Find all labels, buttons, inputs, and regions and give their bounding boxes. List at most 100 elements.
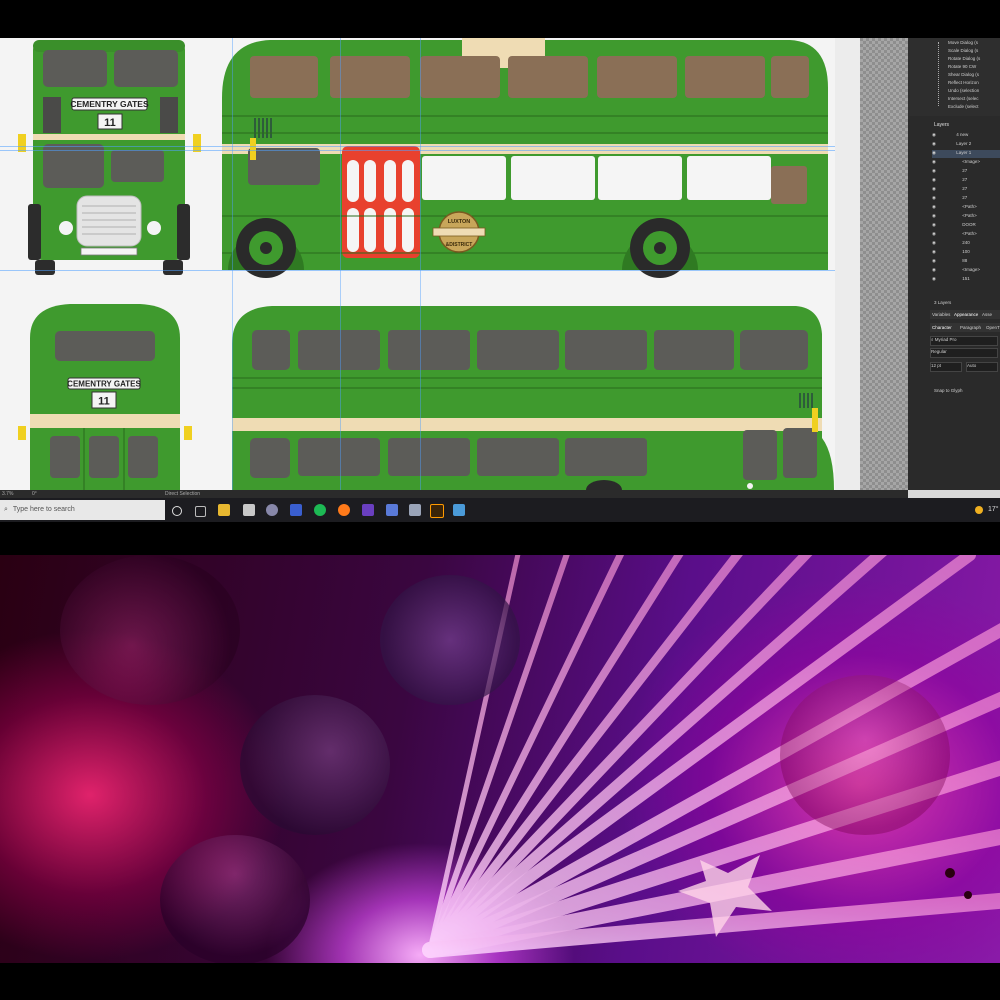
tab-variables[interactable]: Variables bbox=[932, 312, 950, 317]
guide-line bbox=[0, 270, 835, 271]
tab-appearance[interactable]: Appearance bbox=[954, 312, 978, 317]
history-panel: Move Dialog (s Scale Dialog (s Rotate Di… bbox=[908, 38, 1000, 116]
app-icon[interactable] bbox=[362, 504, 374, 516]
eye-icon[interactable]: ◉ bbox=[932, 249, 937, 255]
layer-row[interactable]: ◉ 100 bbox=[932, 249, 1000, 257]
guide-line bbox=[0, 150, 835, 151]
bokeh-ball bbox=[160, 835, 310, 963]
eye-icon[interactable]: ◉ bbox=[932, 267, 937, 273]
eye-icon[interactable]: ◉ bbox=[932, 231, 937, 237]
illustrator-icon[interactable] bbox=[430, 504, 444, 518]
layer-row[interactable]: ◉ 240 bbox=[932, 240, 1000, 248]
history-item[interactable]: Undo (selection bbox=[948, 88, 979, 93]
layer-row[interactable]: ◉ 27 bbox=[932, 195, 1000, 203]
tab-character[interactable]: Character bbox=[932, 325, 952, 330]
eye-icon[interactable]: ◉ bbox=[932, 276, 937, 282]
dark-spot bbox=[945, 868, 955, 878]
badge-bottom-text: &DISTRICT bbox=[446, 242, 473, 248]
eye-icon[interactable]: ◉ bbox=[932, 141, 937, 147]
tab-assets[interactable]: Asse bbox=[982, 312, 992, 317]
eye-icon[interactable]: ◉ bbox=[932, 168, 937, 174]
layer-row[interactable]: ◉ 27 bbox=[932, 177, 1000, 185]
zoom-level[interactable]: 3.7% bbox=[2, 490, 13, 498]
layer-row[interactable]: ◉ 27 bbox=[932, 186, 1000, 194]
tab-opentype[interactable]: OpenT bbox=[986, 325, 1000, 330]
font-style-field[interactable]: Regular bbox=[930, 348, 998, 358]
illustrator-canvas[interactable]: CEMENTRY GATES 11 LUXTON &DISTRICT CEMEN… bbox=[0, 38, 860, 490]
tab-paragraph[interactable]: Paragraph bbox=[960, 325, 981, 330]
layer-row[interactable]: ◉ DOOR bbox=[932, 222, 1000, 230]
settings-icon[interactable] bbox=[266, 504, 278, 516]
eye-icon[interactable]: ◉ bbox=[932, 213, 937, 219]
history-item[interactable]: Intersect (selec bbox=[948, 96, 979, 101]
artboard: CEMENTRY GATES 11 LUXTON &DISTRICT CEMEN… bbox=[0, 38, 835, 490]
layer-row[interactable]: ◉ Layer 1 bbox=[932, 150, 1000, 158]
eye-icon[interactable]: ◉ bbox=[932, 186, 937, 192]
app-icon[interactable] bbox=[243, 504, 255, 516]
app-icon[interactable] bbox=[453, 504, 465, 516]
front-fleet-number: 11 bbox=[104, 117, 116, 129]
bus-front-view: CEMENTRY GATES 11 bbox=[18, 40, 201, 275]
snap-to-glyph-label[interactable]: Snap to Glyph bbox=[934, 388, 963, 393]
current-tool: Direct Selection bbox=[165, 491, 201, 497]
file-explorer-icon[interactable] bbox=[218, 504, 230, 516]
firefox-icon[interactable] bbox=[338, 504, 350, 516]
monitor-screen: CEMENTRY GATES 11 LUXTON &DISTRICT CEMEN… bbox=[0, 38, 1000, 522]
eye-icon[interactable]: ◉ bbox=[932, 150, 937, 156]
eye-icon[interactable]: ◉ bbox=[932, 195, 937, 201]
layers-panel-title[interactable]: Layers bbox=[934, 122, 949, 128]
layer-row[interactable]: ◉ <Image> bbox=[932, 267, 1000, 275]
layer-row[interactable]: ◉ <Path> bbox=[932, 204, 1000, 212]
task-view-icon[interactable] bbox=[195, 506, 206, 517]
history-item[interactable]: Scale Dialog (s bbox=[948, 48, 978, 53]
cortana-icon[interactable] bbox=[172, 506, 182, 516]
rear-fleet-number: 11 bbox=[98, 396, 110, 408]
eye-icon[interactable]: ◉ bbox=[932, 222, 937, 228]
bokeh-ball bbox=[380, 575, 520, 705]
checkmark-icon bbox=[938, 42, 943, 106]
history-item[interactable]: Rotate Dialog (s bbox=[948, 56, 980, 61]
eye-icon[interactable]: ◉ bbox=[932, 159, 937, 165]
guide-line bbox=[420, 38, 421, 490]
eye-icon[interactable]: ◉ bbox=[932, 204, 937, 210]
eye-icon[interactable]: ◉ bbox=[932, 132, 937, 138]
font-size-field[interactable]: 12 pt bbox=[930, 362, 962, 372]
history-item[interactable]: Exclude (select bbox=[948, 104, 979, 109]
eye-icon[interactable]: ◉ bbox=[932, 258, 937, 264]
layer-row[interactable]: ◉ 88 bbox=[932, 258, 1000, 266]
rotation-angle[interactable]: 0° bbox=[32, 490, 37, 498]
app-icon[interactable] bbox=[409, 504, 421, 516]
guide-line bbox=[232, 38, 233, 490]
app-icon[interactable] bbox=[386, 504, 398, 516]
history-item[interactable]: Move Dialog (s bbox=[948, 40, 978, 45]
layer-row[interactable]: ◉ <Image> bbox=[932, 159, 1000, 167]
status-bar: 3.7% 0° Direct Selection bbox=[0, 490, 908, 498]
eye-icon[interactable]: ◉ bbox=[932, 240, 937, 246]
spotify-icon[interactable] bbox=[314, 504, 326, 516]
eye-icon[interactable]: ◉ bbox=[932, 177, 937, 183]
rear-destination-sign: CEMENTRY GATES bbox=[67, 380, 141, 389]
search-icon: ⌕ bbox=[4, 506, 8, 513]
weather-icon[interactable] bbox=[975, 506, 983, 514]
font-family-field[interactable]: ⌕ Myriad Pro bbox=[930, 336, 998, 346]
layer-row[interactable]: ◉ 151 bbox=[932, 276, 1000, 284]
badge-top-text: LUXTON bbox=[448, 219, 471, 225]
layer-row[interactable]: ◉ 27 bbox=[932, 168, 1000, 176]
character-tabs: Character Paragraph OpenT bbox=[930, 323, 1000, 332]
history-item[interactable]: Shear Dialog (s bbox=[948, 72, 979, 77]
bus-side-view: LUXTON &DISTRICT bbox=[222, 38, 828, 278]
history-item[interactable]: Reflect Horizon bbox=[948, 80, 979, 85]
layer-row[interactable]: ◉ <Path> bbox=[932, 231, 1000, 239]
bokeh-ball bbox=[780, 675, 950, 835]
app-icon[interactable] bbox=[290, 504, 302, 516]
bus-rear-view: CEMENTRY GATES 11 bbox=[18, 304, 192, 490]
layers-list: ◉ 4 new ◉ Layer 2 ◉ Layer 1 ◉ <Image> ◉ … bbox=[932, 132, 1000, 300]
taskbar-search[interactable]: ⌕ Type here to search bbox=[0, 500, 165, 520]
search-placeholder: Type here to search bbox=[12, 506, 75, 513]
history-item[interactable]: Rotate 90 CW bbox=[948, 64, 976, 69]
leading-field[interactable]: Auto bbox=[966, 362, 998, 372]
layer-row[interactable]: ◉ Layer 2 bbox=[932, 141, 1000, 149]
layer-row[interactable]: ◉ <Path> bbox=[932, 213, 1000, 221]
weather-temperature[interactable]: 17° bbox=[988, 506, 999, 513]
layer-row[interactable]: ◉ 4 new bbox=[932, 132, 1000, 140]
